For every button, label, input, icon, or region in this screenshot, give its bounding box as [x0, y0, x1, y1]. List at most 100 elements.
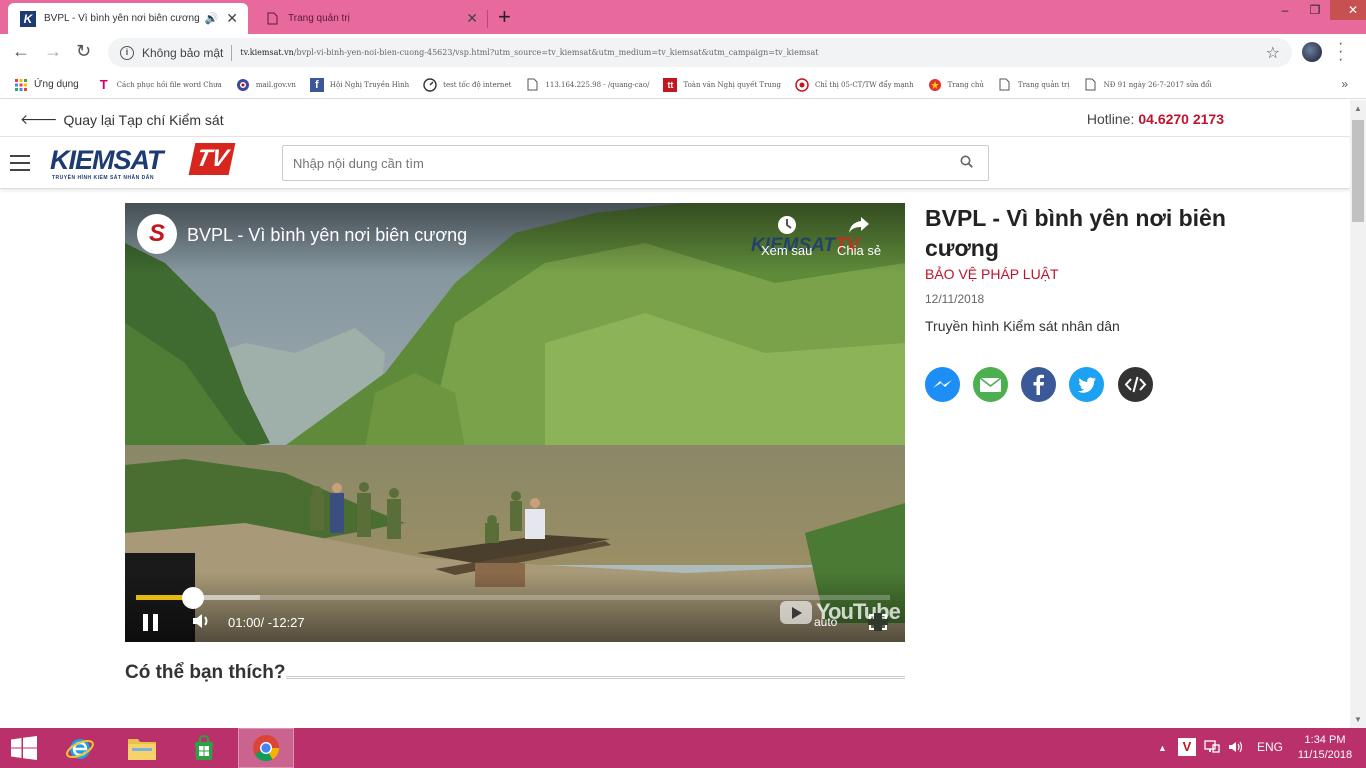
facebook-icon	[1021, 367, 1056, 402]
minimize-icon[interactable]: ‒	[1270, 3, 1300, 17]
vietkey-tray-icon[interactable]: V	[1178, 738, 1196, 756]
window-controls: ‒ ❐ ✕	[1270, 0, 1366, 20]
apps-grid-icon	[14, 78, 28, 92]
share-video-button[interactable]: Chia sẻ	[837, 215, 881, 258]
tab-inactive[interactable]: Trang quản trị ✕	[252, 3, 488, 34]
bookmark-item[interactable]: f Hội Nghị Truyền Hình	[309, 77, 409, 92]
messenger-icon	[925, 367, 960, 402]
video-player[interactable]: S BVPL - Vì bình yên nơi biên cương KIEM…	[125, 203, 905, 642]
taskbar-internet-explorer[interactable]	[52, 728, 108, 768]
t-icon: T	[99, 77, 108, 92]
share-embed-button[interactable]	[1118, 367, 1153, 402]
network-icon[interactable]	[1204, 740, 1220, 757]
ct-icon	[795, 77, 809, 92]
language-indicator[interactable]: ENG	[1257, 740, 1283, 754]
url-domain: tv.kiemsat.vn	[240, 48, 294, 57]
page-icon	[525, 78, 539, 92]
bookmark-item[interactable]: Chỉ thị 05-CT/TW đẩy mạnh	[795, 77, 914, 92]
email-icon	[973, 367, 1008, 402]
url-text[interactable]: tv.kiemsat.vn/bvpl-vi-binh-yen-noi-bien-…	[240, 48, 1265, 57]
bookmark-label: Chỉ thị 05-CT/TW đẩy mạnh	[814, 80, 914, 89]
globe-icon	[236, 78, 250, 92]
article-date: 12/11/2018	[925, 292, 985, 306]
audio-playing-icon[interactable]: 🔊	[205, 12, 219, 25]
bookmark-item[interactable]: tt Toàn văn Nghị quyết Trung	[663, 77, 781, 92]
scroll-down-icon[interactable]: ▼	[1354, 715, 1362, 724]
close-tab-icon[interactable]: ✕	[466, 10, 478, 27]
scrubber-knob[interactable]	[181, 587, 204, 609]
bookmarks-overflow-icon[interactable]: »	[1341, 77, 1348, 91]
forward-arrow-icon[interactable]: →	[44, 41, 62, 62]
share-arrow-icon	[837, 215, 881, 241]
watch-later-button[interactable]: Xem sau	[761, 215, 812, 258]
bookmark-label: test tốc độ internet	[443, 80, 512, 89]
taskbar-store[interactable]	[176, 728, 232, 768]
bookmark-apps[interactable]: Ứng dụng	[14, 78, 79, 92]
profile-avatar[interactable]	[1302, 42, 1322, 62]
video-time: 01:00/ -12:27	[228, 615, 305, 630]
window-close-icon[interactable]: ✕	[1330, 0, 1366, 20]
scrollbar-thumb[interactable]	[1352, 120, 1364, 222]
search-input[interactable]	[282, 145, 989, 181]
video-progress-bar[interactable]	[136, 587, 890, 609]
hotline-label: Hotline:	[1086, 111, 1135, 127]
browser-toolbar: ← → ↻ i Không bảo mật tv.kiemsat.vn/bvpl…	[0, 34, 1366, 71]
system-clock[interactable]: 1:34 PM 11/15/2018	[1290, 733, 1360, 763]
hamburger-menu-icon[interactable]	[10, 155, 30, 171]
url-path: /bvpl-vi-binh-yen-noi-bien-cuong-45623/v…	[293, 48, 819, 57]
pause-icon[interactable]	[143, 614, 159, 631]
speaker-icon[interactable]	[1228, 740, 1244, 757]
back-arrow-icon[interactable]: ←	[12, 41, 30, 62]
video-title[interactable]: BVPL - Vì bình yên nơi biên cương	[187, 225, 467, 246]
bookmark-label: Toàn văn Nghị quyết Trung	[683, 80, 781, 89]
browser-menu-icon[interactable]: · · ·	[1338, 36, 1343, 68]
bookmark-item[interactable]: mail.gov.vn	[236, 78, 296, 92]
fullscreen-icon[interactable]	[868, 613, 888, 631]
bookmark-item[interactable]: Trang quản trị	[998, 78, 1070, 92]
time-remaining: -12:27	[267, 615, 305, 630]
address-bar[interactable]: i Không bảo mật tv.kiemsat.vn/bvpl-vi-bi…	[108, 38, 1292, 67]
back-to-magazine-link[interactable]: 🡐 Quay lại Tạp chí Kiểm sát	[20, 111, 224, 128]
bookmark-item[interactable]: T Cách phục hồi file word Chưa	[97, 77, 222, 92]
tab-separator	[487, 10, 488, 28]
bookmark-item[interactable]: Trang chủ	[928, 78, 984, 92]
scroll-up-icon[interactable]: ▲	[1354, 104, 1362, 113]
taskbar-chrome[interactable]	[238, 728, 294, 768]
time-current: 01:00/	[228, 615, 265, 630]
share-label: Chia sẻ	[837, 243, 882, 258]
share-email-button[interactable]	[973, 367, 1008, 402]
bookmark-item[interactable]: test tốc độ internet	[423, 77, 512, 92]
folder-icon	[128, 739, 156, 760]
new-tab-icon[interactable]: +	[498, 4, 511, 30]
restore-icon[interactable]: ❐	[1300, 3, 1330, 17]
page-scrollbar[interactable]: ▲ ▼	[1350, 100, 1366, 728]
reload-icon[interactable]: ↻	[76, 41, 91, 62]
bookmarks-bar: Ứng dụng T Cách phục hồi file word Chưa …	[0, 71, 1366, 99]
facebook-icon: f	[309, 77, 324, 92]
site-logo[interactable]: KIEMSAT TV TRUYỀN HÌNH KIỂM SÁT NHÂN DÂN	[50, 143, 236, 183]
article-category[interactable]: BẢO VỆ PHÁP LUẬT	[925, 266, 1059, 282]
security-label[interactable]: Không bảo mật	[142, 46, 223, 60]
bookmark-label: Ứng dụng	[34, 79, 79, 90]
search-icon[interactable]	[960, 155, 973, 168]
hotline-number[interactable]: 04.6270 2173	[1138, 111, 1224, 127]
close-tab-icon[interactable]: ✕	[226, 10, 238, 27]
start-button[interactable]	[0, 728, 48, 768]
bookmark-item[interactable]: 113.164.225.98 - /quang-cao/	[525, 78, 649, 92]
bookmark-label: mail.gov.vn	[255, 80, 296, 89]
bookmark-star-icon[interactable]: ☆	[1266, 43, 1280, 63]
info-icon[interactable]: i	[120, 45, 134, 60]
tray-overflow-icon[interactable]: ▲	[1158, 743, 1167, 753]
share-messenger-button[interactable]	[925, 367, 960, 402]
quality-setting[interactable]: auto	[814, 615, 837, 629]
watch-later-label: Xem sau	[761, 243, 813, 258]
channel-logo[interactable]: S	[137, 214, 177, 254]
bookmark-item[interactable]: NĐ 91 ngày 26-7-2017 sửa đổi	[1084, 78, 1212, 92]
share-twitter-button[interactable]	[1069, 367, 1104, 402]
share-facebook-button[interactable]	[1021, 367, 1056, 402]
logo-text: KIEMSAT	[50, 145, 163, 175]
tab-active[interactable]: K BVPL - Vì bình yên nơi biên cương 🔊 ✕	[8, 3, 248, 34]
windows-taskbar: ▲ V ENG 1:34 PM 11/15/2018	[0, 728, 1366, 768]
volume-icon[interactable]	[192, 612, 212, 635]
taskbar-file-explorer[interactable]	[114, 728, 170, 768]
